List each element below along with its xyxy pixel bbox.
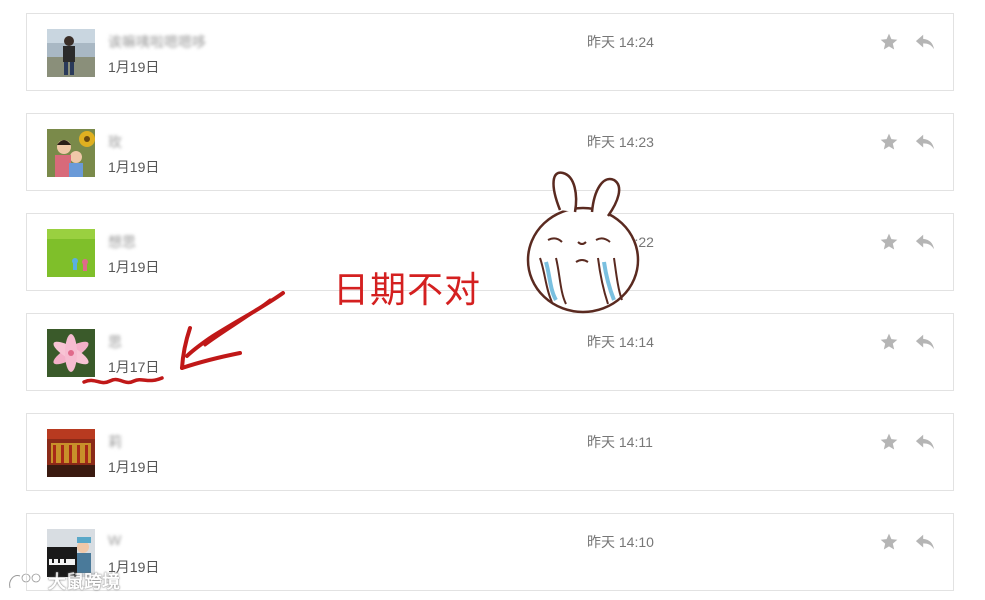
message-row[interactable]: 玫 1月19日 昨天 14:23 (26, 113, 954, 191)
message-time: 昨天 14:10 (587, 534, 654, 550)
sender-name[interactable]: W (108, 532, 121, 550)
avatar (47, 29, 95, 77)
reply-arrow-icon[interactable] (914, 432, 936, 452)
watermark-logo-icon (8, 572, 42, 589)
sender-name[interactable]: 想思 (108, 232, 136, 250)
reply-arrow-icon[interactable] (914, 532, 936, 552)
message-time: 昨天 14:23 (587, 134, 654, 150)
message-row[interactable]: 想思 1月19日 昨天 14:22 (26, 213, 954, 291)
sender-name[interactable]: 莉 (108, 432, 122, 450)
avatar (47, 129, 95, 177)
message-time: 昨天 14:24 (587, 34, 654, 50)
star-icon[interactable] (879, 432, 899, 452)
message-date: 1月19日 (108, 459, 160, 475)
star-icon[interactable] (879, 332, 899, 352)
message-date: 1月19日 (108, 59, 160, 75)
star-icon[interactable] (879, 132, 899, 152)
annotation-text: 日期不对 (333, 270, 482, 311)
message-time: 昨天 14:22 (587, 234, 654, 250)
message-row[interactable]: 莉 1月19日 昨天 14:11 (26, 413, 954, 491)
star-icon[interactable] (879, 532, 899, 552)
sender-name[interactable]: 诶嘛咦啦嗯嗯哆 (108, 32, 206, 50)
message-row[interactable]: W 1月19日 昨天 14:10 (26, 513, 954, 591)
sender-name[interactable]: 玫 (108, 132, 122, 150)
message-row[interactable]: 思 1月17日 昨天 14:14 (26, 313, 954, 391)
sender-name[interactable]: 思 (108, 332, 122, 350)
reply-arrow-icon[interactable] (914, 232, 936, 252)
watermark-text: 大鼠跨境 (48, 572, 120, 592)
avatar (47, 329, 95, 377)
watermark: 大鼠跨境 (6, 567, 120, 595)
reply-arrow-icon[interactable] (914, 332, 936, 352)
reply-arrow-icon[interactable] (914, 32, 936, 52)
message-date: 1月17日 (108, 359, 160, 375)
message-date: 1月19日 (108, 259, 160, 275)
message-row[interactable]: 诶嘛咦啦嗯嗯哆 1月19日 昨天 14:24 (26, 13, 954, 91)
message-time: 昨天 14:11 (587, 434, 653, 450)
message-time: 昨天 14:14 (587, 334, 654, 350)
avatar (47, 429, 95, 477)
star-icon[interactable] (879, 32, 899, 52)
avatar (47, 229, 95, 277)
message-date: 1月19日 (108, 159, 160, 175)
reply-arrow-icon[interactable] (914, 132, 936, 152)
star-icon[interactable] (879, 232, 899, 252)
